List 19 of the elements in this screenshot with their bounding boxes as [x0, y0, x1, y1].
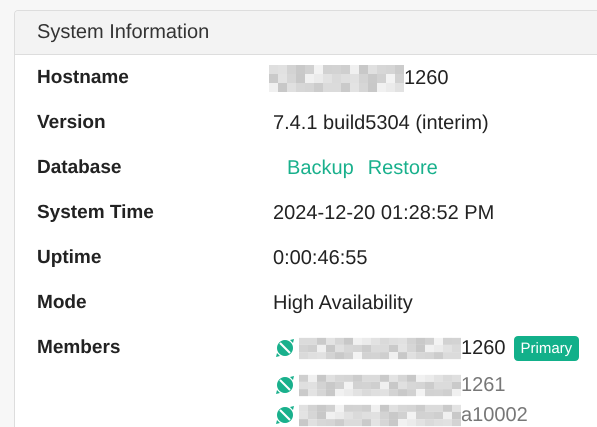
field-label: Mode [36, 291, 88, 315]
status-badge: Primary [514, 336, 580, 360]
field-label: Version [36, 111, 107, 135]
link[interactable]: Backup [287, 157, 354, 180]
member-name: a10002 [461, 404, 528, 426]
field-value: 7.4.1 build5304 (interim) [273, 112, 489, 135]
member-name: 1260 [461, 336, 506, 360]
field-value: 2024-12-20 01:28:52 PM [273, 202, 494, 225]
field-label: Database [36, 156, 122, 180]
link[interactable]: Restore [368, 157, 438, 180]
panel-title: System Information [37, 21, 210, 44]
field-value: 0:00:46:55 [273, 247, 368, 270]
field-label: Hostname [36, 66, 130, 90]
field-value: High Availability [273, 292, 413, 315]
field-label: Uptime [36, 246, 102, 270]
field-label: System Time [36, 201, 155, 225]
field-value: 1260 [404, 67, 448, 90]
field-label: Members [36, 336, 122, 360]
member-name: 1261 [461, 374, 506, 396]
